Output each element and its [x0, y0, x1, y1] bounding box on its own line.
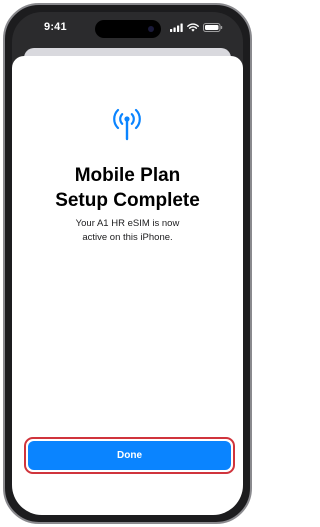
dynamic-island	[95, 20, 161, 38]
status-time: 9:41	[44, 21, 67, 33]
battery-icon	[203, 22, 223, 32]
status-bar: 9:41	[12, 12, 243, 44]
status-message: Your A1 HR eSIM is now active on this iP…	[12, 217, 243, 245]
message-line: active on this iPhone.	[82, 232, 173, 243]
done-button[interactable]: Done	[28, 441, 231, 470]
title-line: Setup Complete	[55, 190, 200, 211]
phone-screen: 9:41 Mobile Plan Setup Complete Your A1 …	[12, 12, 243, 515]
title-line: Mobile Plan	[74, 165, 181, 186]
message-line: Your A1 HR eSIM is now	[75, 218, 180, 229]
page-title: Mobile Plan Setup Complete	[12, 163, 243, 213]
wifi-icon	[187, 22, 199, 32]
camera-icon	[148, 26, 154, 32]
phone-frame: 9:41 Mobile Plan Setup Complete Your A1 …	[3, 3, 252, 524]
setup-sheet: Mobile Plan Setup Complete Your A1 HR eS…	[12, 56, 243, 515]
antenna-icon	[113, 108, 141, 141]
status-icons	[170, 21, 223, 33]
cellular-signal-icon	[170, 23, 183, 32]
